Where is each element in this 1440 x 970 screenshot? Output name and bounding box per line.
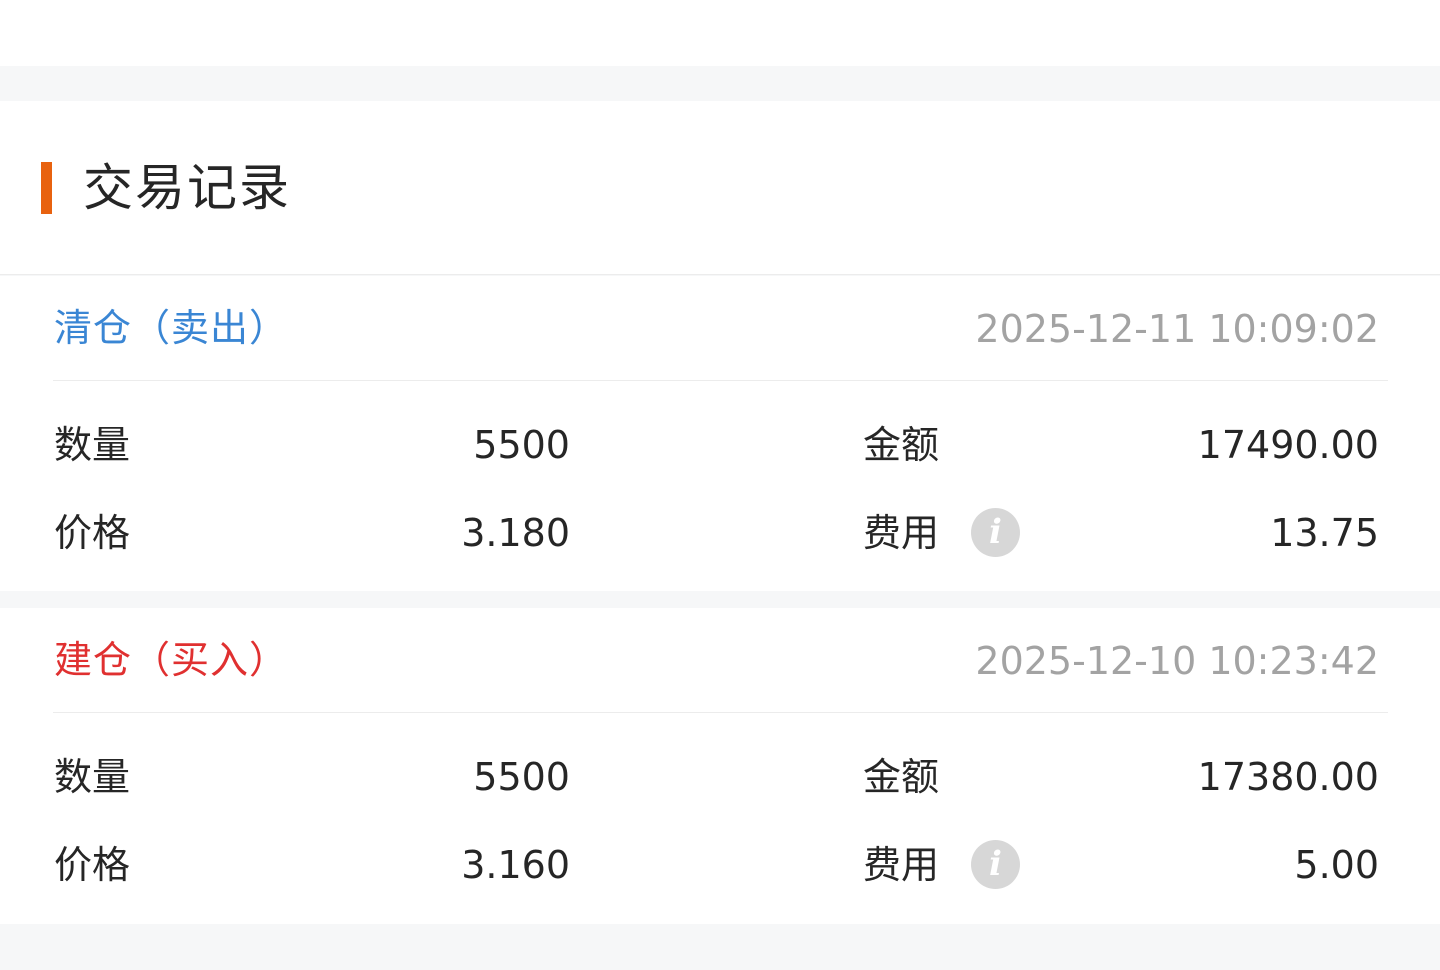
quantity-value: 5500 — [473, 423, 570, 467]
section-accent-bar — [41, 162, 52, 214]
info-icon[interactable]: i — [971, 508, 1020, 557]
top-panel — [0, 0, 1440, 66]
quantity-label: 数量 — [54, 423, 131, 467]
trade-time: 2025-12-10 10:23:42 — [975, 639, 1379, 683]
price-label: 价格 — [54, 843, 131, 887]
amount-label: 金额 — [863, 755, 940, 799]
price-value: 3.180 — [461, 511, 570, 555]
quantity-label: 数量 — [54, 755, 131, 799]
price-label: 价格 — [54, 511, 131, 555]
section-title: 交易记录 — [83, 159, 291, 217]
divider — [53, 712, 1388, 713]
amount-value: 17490.00 — [1197, 423, 1379, 467]
trade-card-buy: 建仓（买入） 2025-12-10 10:23:42 数量 5500 金额 17… — [0, 608, 1440, 924]
info-icon[interactable]: i — [971, 840, 1020, 889]
trade-time: 2025-12-11 10:09:02 — [975, 307, 1379, 351]
fee-value: 13.75 — [1270, 511, 1379, 555]
amount-label: 金额 — [863, 423, 940, 467]
fee-value: 5.00 — [1294, 843, 1379, 887]
fee-label: 费用 — [863, 843, 940, 887]
trade-type-label: 建仓（买入） — [54, 638, 289, 682]
divider — [53, 380, 1388, 381]
quantity-value: 5500 — [473, 755, 570, 799]
section-header: 交易记录 — [0, 101, 1440, 275]
price-value: 3.160 — [461, 843, 570, 887]
fee-label: 费用 — [863, 511, 940, 555]
trade-type-label: 清仓（卖出） — [54, 306, 289, 350]
amount-value: 17380.00 — [1197, 755, 1379, 799]
trade-card-sell: 清仓（卖出） 2025-12-11 10:09:02 数量 5500 金额 17… — [0, 276, 1440, 591]
